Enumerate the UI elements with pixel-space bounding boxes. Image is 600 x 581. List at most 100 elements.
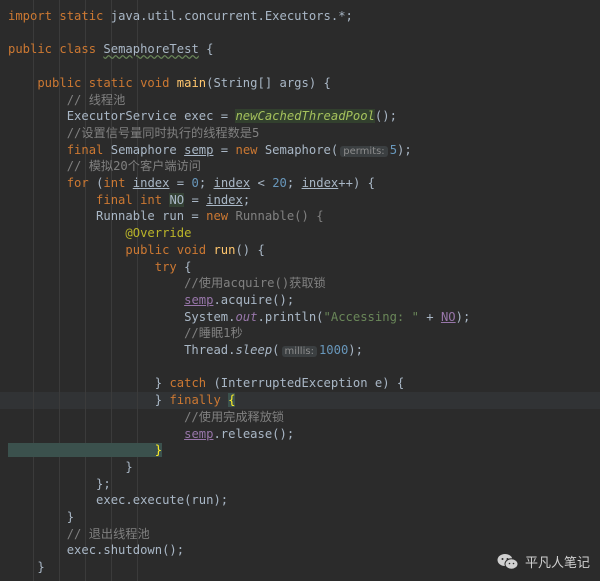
- code-token: Runnable run =: [8, 209, 207, 224]
- code-token: // 模拟20个客户端访问: [8, 159, 201, 174]
- code-line[interactable]: try {: [8, 259, 192, 276]
- code-token: try: [8, 259, 185, 274]
- code-token: }: [8, 510, 75, 524]
- code-token: semp: [184, 426, 214, 441]
- code-token: NO: [169, 192, 185, 207]
- code-token: .release();: [213, 426, 295, 441]
- parameter-hint: millis:: [281, 346, 317, 357]
- code-token: int: [103, 176, 133, 190]
- code-line[interactable]: semp.release();: [8, 426, 294, 443]
- code-token: final int: [8, 192, 170, 207]
- code-line[interactable]: // 线程池: [8, 92, 126, 109]
- code-line[interactable]: public class SemaphoreTest {: [8, 41, 213, 58]
- code-token: // 线程池: [8, 92, 126, 107]
- code-line[interactable]: for (int index = 0; index < 20; index++)…: [8, 175, 375, 192]
- code-token: );: [455, 309, 471, 324]
- code-line[interactable]: } catch (InterruptedException e) {: [8, 375, 405, 392]
- code-line[interactable]: semp.acquire();: [8, 292, 294, 309]
- code-line[interactable]: }: [8, 459, 133, 476]
- code-token: //使用acquire()获取锁: [8, 276, 326, 291]
- code-token: import static: [8, 9, 111, 23]
- code-token: () {: [235, 242, 265, 257]
- code-token: ++) {: [338, 176, 375, 190]
- code-token: Thread.: [8, 343, 236, 357]
- code-line[interactable]: System.out.println("Accessing: " + NO);: [8, 309, 470, 326]
- code-token: =: [184, 192, 207, 207]
- code-token: }: [8, 443, 163, 458]
- code-line[interactable]: exec.execute(run);: [8, 492, 228, 509]
- code-token: //设置信号量同时执行的线程数是5: [8, 125, 260, 140]
- code-token: =: [169, 176, 192, 190]
- code-token: semp: [184, 142, 214, 157]
- code-line[interactable]: Thread.sleep(millis: 1000);: [8, 342, 363, 359]
- code-token: Semaphore(: [264, 142, 339, 157]
- code-token: SemaphoreTest: [103, 42, 199, 57]
- code-token: };: [8, 476, 111, 491]
- code-token: +: [418, 309, 441, 324]
- code-line[interactable]: final Semaphore semp = new Semaphore(per…: [8, 142, 412, 159]
- code-token: );: [397, 142, 412, 157]
- code-token: }: [8, 459, 133, 474]
- code-line[interactable]: }: [8, 559, 45, 576]
- code-token: main: [176, 75, 207, 90]
- code-token: (String[] args) {: [206, 75, 331, 90]
- code-token: ExecutorService exec =: [8, 109, 236, 124]
- code-token: 20: [272, 176, 287, 190]
- code-token: java.util.concurrent.Executors.*;: [110, 9, 353, 23]
- code-line[interactable]: ExecutorService exec = newCachedThreadPo…: [8, 108, 397, 125]
- code-token: ();: [374, 109, 397, 124]
- code-token: 1000: [318, 343, 349, 357]
- code-line[interactable]: };: [8, 476, 111, 493]
- code-token: public void: [8, 242, 214, 257]
- code-token: newCachedThreadPool: [235, 109, 375, 124]
- code-token: NO: [440, 309, 456, 324]
- code-token: .acquire();: [213, 292, 295, 307]
- code-token: ;: [286, 176, 302, 190]
- code-token: new: [235, 142, 265, 157]
- code-line[interactable]: }: [8, 442, 163, 459]
- code-token: ;: [198, 176, 214, 190]
- code-line[interactable]: // 模拟20个客户端访问: [8, 158, 201, 175]
- code-token: semp: [184, 292, 214, 307]
- code-token: System.: [8, 309, 236, 324]
- code-token: }: [8, 560, 45, 575]
- code-token: index: [301, 176, 339, 190]
- watermark-text: 平凡人笔记: [524, 556, 590, 571]
- code-token: .println(: [257, 309, 324, 324]
- code-token: );: [348, 343, 363, 357]
- code-token: // 退出线程池: [8, 526, 150, 541]
- code-token: //使用完成释放锁: [8, 409, 285, 424]
- code-line[interactable]: //设置信号量同时执行的线程数是5: [8, 125, 260, 142]
- code-token: ;: [242, 192, 251, 207]
- code-line[interactable]: }: [8, 509, 74, 526]
- code-line[interactable]: final int NO = index;: [8, 192, 250, 209]
- watermark: 平凡人笔记: [497, 552, 590, 571]
- code-token: catch: [169, 376, 214, 391]
- code-token: }: [8, 393, 170, 408]
- code-line[interactable]: @Override: [8, 225, 191, 242]
- code-token: 5: [389, 142, 398, 157]
- code-line[interactable]: Runnable run = new Runnable() {: [8, 208, 324, 225]
- parameter-hint: permits:: [340, 145, 388, 157]
- code-token: (InterruptedException e) {: [213, 376, 405, 391]
- code-token: {: [198, 42, 214, 57]
- code-line[interactable]: //睡眠1秒: [8, 325, 243, 342]
- code-line[interactable]: exec.shutdown();: [8, 542, 184, 559]
- code-line[interactable]: //使用acquire()获取锁: [8, 275, 326, 292]
- code-line[interactable]: public void run() {: [8, 242, 265, 259]
- code-token: index: [213, 176, 251, 190]
- code-token: public class: [8, 42, 104, 57]
- code-token: exec.shutdown();: [8, 543, 185, 558]
- code-line[interactable]: import static java.util.concurrent.Execu…: [8, 8, 353, 25]
- code-line[interactable]: public static void main(String[] args) {: [8, 75, 331, 92]
- code-token: exec.execute(run);: [8, 493, 229, 508]
- wechat-icon: [497, 553, 519, 570]
- code-line[interactable]: //使用完成释放锁: [8, 409, 284, 426]
- code-line[interactable]: } finally {: [8, 392, 236, 409]
- code-token: new: [206, 209, 236, 224]
- code-editor[interactable]: import static java.util.concurrent.Execu…: [0, 0, 600, 581]
- code-line[interactable]: // 退出线程池: [8, 526, 150, 543]
- code-token: sleep: [235, 343, 273, 357]
